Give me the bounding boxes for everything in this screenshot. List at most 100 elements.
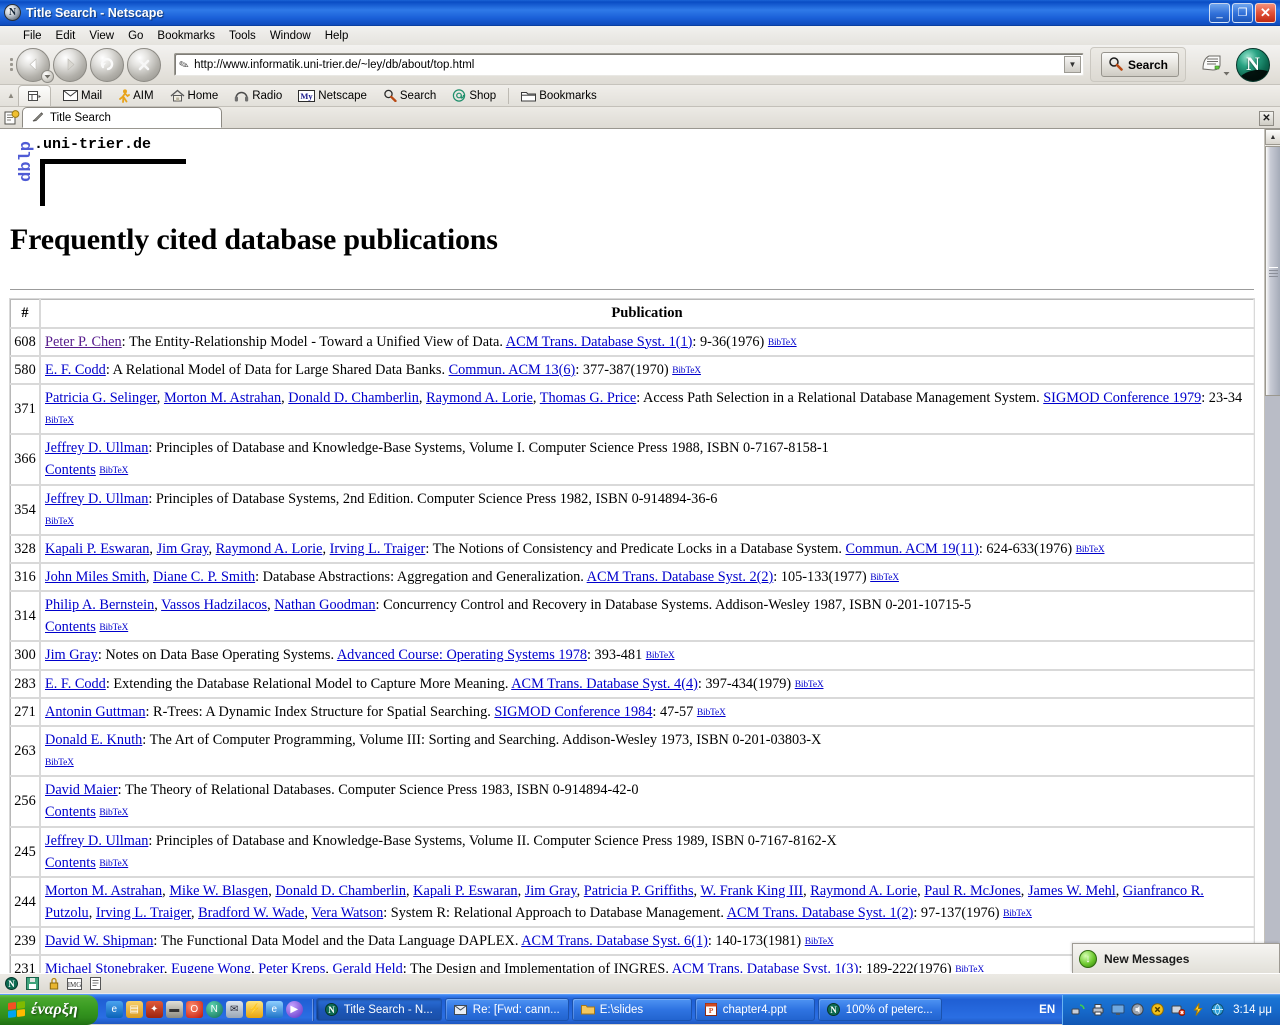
- author-link[interactable]: Jim Gray: [45, 647, 98, 663]
- venue-link[interactable]: Commun. ACM 13(6): [449, 362, 576, 378]
- author-link[interactable]: Kapali P. Eswaran: [45, 541, 149, 557]
- toolbar-item-radio[interactable]: Radio: [226, 90, 290, 102]
- author-link[interactable]: Thomas G. Price: [540, 390, 636, 406]
- display-icon[interactable]: [1110, 1002, 1125, 1017]
- status-page-icon[interactable]: [88, 976, 103, 991]
- print-icon[interactable]: [1196, 50, 1230, 81]
- lightning-icon[interactable]: [1190, 1002, 1205, 1017]
- new-messages-notification[interactable]: ↓ New Messages: [1072, 943, 1280, 973]
- globe-icon[interactable]: [1210, 1002, 1225, 1017]
- author-link[interactable]: Donald D. Chamberlin: [288, 390, 419, 406]
- menu-help[interactable]: Help: [318, 29, 356, 43]
- venue-link[interactable]: Advanced Course: Operating Systems 1978: [337, 647, 587, 663]
- minimize-button[interactable]: _: [1209, 2, 1230, 23]
- back-history-dropdown-icon[interactable]: [41, 69, 54, 83]
- print-dropdown-icon[interactable]: [1223, 63, 1230, 81]
- venue-link[interactable]: SIGMOD Conference 1984: [494, 704, 652, 720]
- author-link[interactable]: Antonin Guttman: [45, 704, 145, 720]
- scrollbar-thumb[interactable]: [1265, 146, 1280, 396]
- author-link[interactable]: E. F. Codd: [45, 676, 106, 692]
- author-link[interactable]: Morton M. Astrahan: [164, 390, 281, 406]
- venue-link[interactable]: ACM Trans. Database Syst. 1(2): [727, 905, 914, 921]
- menu-tools[interactable]: Tools: [222, 29, 263, 43]
- author-link[interactable]: Jeffrey D. Ullman: [45, 833, 148, 849]
- shield-icon[interactable]: [1150, 1002, 1165, 1017]
- author-link[interactable]: Irving L. Traiger: [96, 905, 191, 921]
- author-link[interactable]: Gerald Held: [332, 961, 402, 973]
- author-link[interactable]: Morton M. Astrahan: [45, 883, 162, 899]
- volume-icon[interactable]: [1130, 1002, 1145, 1017]
- author-link[interactable]: Patricia G. Selinger: [45, 390, 157, 406]
- media-player-icon[interactable]: ▶: [285, 1001, 303, 1018]
- toolbar-item-bookmarks[interactable]: Bookmarks: [513, 90, 605, 102]
- venue-link[interactable]: ACM Trans. Database Syst. 1(1): [506, 334, 693, 350]
- author-link[interactable]: Paul R. McJones: [924, 883, 1021, 899]
- status-image-icon[interactable]: IMG: [67, 976, 82, 991]
- bibtex-link[interactable]: BibTeX: [768, 338, 797, 348]
- bibtex-link[interactable]: BibTeX: [646, 651, 675, 661]
- taskbar-window-mail[interactable]: Re: [Fwd: cann...: [444, 998, 569, 1021]
- author-link[interactable]: Donald E. Knuth: [45, 732, 142, 748]
- bibtex-link[interactable]: BibTeX: [795, 680, 824, 690]
- author-link[interactable]: Bradford W. Wade: [198, 905, 304, 921]
- bibtex-link[interactable]: BibTeX: [45, 517, 74, 527]
- taskbar-clock[interactable]: 3:14 μμ: [1233, 1004, 1272, 1016]
- author-link[interactable]: Eugene Wong: [171, 961, 251, 973]
- reload-icon[interactable]: [90, 47, 124, 82]
- tab-title-search[interactable]: Title Search: [22, 107, 222, 128]
- author-link[interactable]: Jim Gray: [525, 883, 577, 899]
- author-link[interactable]: Vera Watson: [311, 905, 383, 921]
- bibtex-link[interactable]: BibTeX: [99, 859, 128, 869]
- contents-link[interactable]: Contents: [45, 855, 96, 871]
- author-link[interactable]: Peter Kreps: [258, 961, 325, 973]
- author-link[interactable]: Donald D. Chamberlin: [275, 883, 406, 899]
- menu-go[interactable]: Go: [121, 29, 150, 43]
- author-link[interactable]: Nathan Goodman: [274, 597, 375, 613]
- taskbar-window-download[interactable]: N 100% of peterc...: [817, 998, 942, 1021]
- bibtex-link[interactable]: BibTeX: [99, 623, 128, 633]
- menu-edit[interactable]: Edit: [49, 29, 83, 43]
- taskbar-window-title-search[interactable]: N Title Search - N...: [315, 998, 442, 1021]
- scrollbar-track[interactable]: [1265, 396, 1280, 956]
- toolbar-item-netscape[interactable]: My Netscape: [290, 89, 375, 102]
- toolbar-menu-button[interactable]: [18, 85, 51, 106]
- author-link[interactable]: James W. Mehl: [1028, 883, 1116, 899]
- opera-red-icon[interactable]: O: [185, 1001, 203, 1018]
- toolbar-item-mail[interactable]: Mail: [55, 90, 110, 102]
- dblp-logo[interactable]: dblp .uni-trier.de: [8, 133, 1256, 209]
- bibtex-link[interactable]: BibTeX: [45, 758, 74, 768]
- author-link[interactable]: Kapali P. Eswaran: [413, 883, 517, 899]
- author-link[interactable]: Mike W. Blasgen: [169, 883, 268, 899]
- taskbar-window-slides[interactable]: E:\slides: [571, 998, 692, 1021]
- bibtex-link[interactable]: BibTeX: [870, 573, 899, 583]
- author-link[interactable]: Irving L. Traiger: [330, 541, 426, 557]
- author-link[interactable]: David W. Shipman: [45, 933, 153, 949]
- netscape-icon[interactable]: N: [205, 1001, 223, 1018]
- folder-icon[interactable]: ▤: [125, 1001, 143, 1018]
- author-link[interactable]: Vassos Hadzilacos: [161, 597, 267, 613]
- bibtex-link[interactable]: BibTeX: [99, 466, 128, 476]
- author-link[interactable]: Raymond A. Lorie: [426, 390, 533, 406]
- menu-file[interactable]: File: [16, 29, 49, 43]
- bibtex-link[interactable]: BibTeX: [697, 708, 726, 718]
- bibtex-link[interactable]: BibTeX: [45, 416, 74, 426]
- bibtex-link[interactable]: BibTeX: [805, 937, 834, 947]
- author-link[interactable]: Patricia P. Griffiths: [584, 883, 694, 899]
- toolbar-item-search[interactable]: Search: [375, 89, 444, 102]
- author-link[interactable]: E. F. Codd: [45, 362, 106, 378]
- toolbar-item-aim[interactable]: AIM: [110, 88, 161, 103]
- forward-icon[interactable]: [53, 47, 87, 82]
- tab-list-icon[interactable]: [2, 110, 22, 128]
- venue-link[interactable]: ACM Trans. Database Syst. 6(1): [521, 933, 708, 949]
- ie-blue-icon[interactable]: e: [105, 1001, 123, 1018]
- url-bar[interactable]: ✎ http://www.informatik.uni-trier.de/~le…: [174, 53, 1084, 76]
- bibtex-link[interactable]: BibTeX: [1076, 545, 1105, 555]
- stop-icon[interactable]: [127, 47, 161, 82]
- contents-link[interactable]: Contents: [45, 619, 96, 635]
- bibtex-link[interactable]: BibTeX: [1003, 909, 1032, 919]
- dragon-icon[interactable]: ✦: [145, 1001, 163, 1018]
- toolbar-item-home[interactable]: Home: [162, 89, 227, 102]
- status-lock-icon[interactable]: [46, 976, 61, 991]
- language-indicator[interactable]: EN: [1032, 1004, 1062, 1016]
- author-link[interactable]: Peter P. Chen: [45, 334, 122, 350]
